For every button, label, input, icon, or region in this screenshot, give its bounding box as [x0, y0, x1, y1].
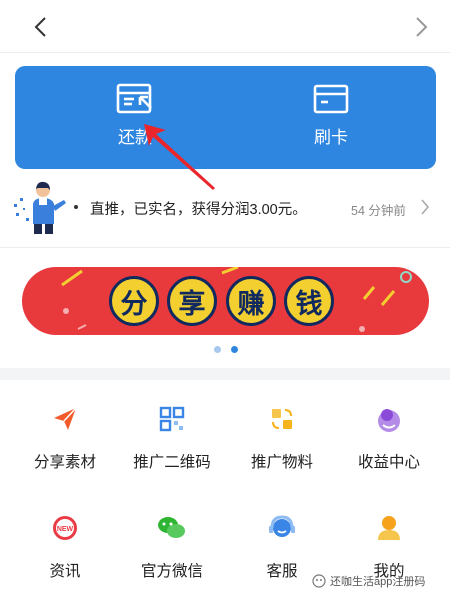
grid-label: 客服 — [266, 563, 298, 580]
section-separator — [0, 368, 450, 380]
grid-item-official-wechat[interactable]: 官方微信 — [116, 512, 228, 592]
carousel-dot[interactable] — [214, 346, 221, 353]
swipe-card-label: 刷卡 — [314, 128, 348, 147]
presenter-icon — [14, 181, 66, 234]
chevron-right-icon — [421, 199, 430, 215]
grid-label: 分享素材 — [33, 454, 96, 471]
notice-row[interactable]: 直推，已实名，获得分润3.00元。 54 分钟前 — [0, 176, 450, 238]
quick-actions-card: 还款 刷卡 — [15, 66, 436, 169]
swipe-card-button[interactable]: 刷卡 — [256, 66, 406, 169]
customer-service-icon — [269, 515, 295, 537]
grid-item-promo-qrcode[interactable]: 推广二维码 — [116, 403, 228, 483]
grid-item-share-materials[interactable]: 分享素材 — [9, 403, 121, 483]
income-icon — [378, 409, 400, 432]
banner-char: 钱 — [284, 276, 334, 326]
grid-label: 推广二维码 — [133, 454, 211, 471]
chevron-right-icon — [416, 17, 428, 37]
news-icon: NEW — [53, 516, 77, 540]
wechat-official-icon — [312, 574, 326, 588]
grid-item-income-center[interactable]: 收益中心 — [333, 403, 445, 483]
banner-char: 赚 — [226, 276, 276, 326]
user-icon — [378, 516, 400, 540]
grid-item-news[interactable]: NEW 资讯 — [9, 512, 121, 592]
grid-label: 推广物料 — [250, 454, 313, 471]
grid-label: 资讯 — [49, 563, 81, 580]
grid-label: 官方微信 — [140, 563, 203, 580]
banner-char: 享 — [167, 276, 217, 326]
repay-card-icon — [116, 83, 152, 114]
wechat-icon — [158, 517, 185, 538]
svg-text:NEW: NEW — [57, 526, 74, 533]
banner-char: 分 — [109, 276, 159, 326]
notice-time: 54 分钟前 — [351, 204, 406, 218]
watermark-text: 还咖生活app注册码 — [330, 576, 426, 588]
chevron-left-icon — [34, 17, 46, 37]
carousel-dot-active[interactable] — [231, 346, 238, 353]
watermark: 还咖生活app注册码 — [312, 573, 425, 589]
materials-icon — [272, 409, 292, 429]
bullet — [74, 205, 78, 209]
paper-plane-icon — [54, 407, 77, 430]
notice-text: 直推，已实名，获得分润3.00元。 — [90, 202, 307, 218]
swipe-card-icon — [313, 84, 349, 114]
grid-item-promo-materials[interactable]: 推广物料 — [226, 403, 338, 483]
promo-banner[interactable]: 分 享 赚 钱 — [22, 267, 429, 335]
divider — [0, 247, 450, 248]
qrcode-icon — [159, 406, 185, 432]
forward-button[interactable] — [404, 10, 438, 44]
back-button[interactable] — [24, 10, 58, 44]
divider — [0, 52, 450, 53]
grid-label: 收益中心 — [357, 454, 420, 471]
